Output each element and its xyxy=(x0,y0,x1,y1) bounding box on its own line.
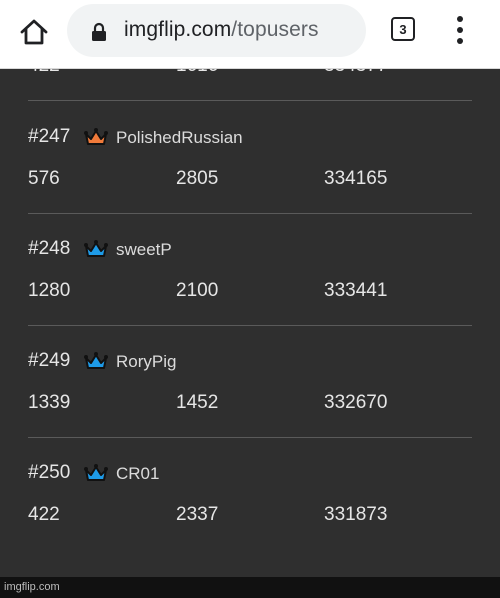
address-bar[interactable]: imgflip.com/topusers xyxy=(67,4,366,57)
crown-icon xyxy=(84,240,108,257)
stat-value: 332670 xyxy=(324,392,388,413)
username-link[interactable]: CR01 xyxy=(116,464,159,484)
stat-value: 422 xyxy=(28,69,60,77)
crown-icon xyxy=(84,128,108,145)
stat-value: 2805 xyxy=(176,168,219,189)
home-icon[interactable] xyxy=(17,15,51,49)
row-divider xyxy=(28,437,472,438)
lock-icon[interactable] xyxy=(91,22,107,42)
tab-count: 3 xyxy=(391,17,415,41)
stat-value: 1452 xyxy=(176,392,219,413)
username-link[interactable]: PolishedRussian xyxy=(116,128,243,148)
watermark-bar: imgflip.com xyxy=(0,577,500,598)
username-link[interactable]: RoryPig xyxy=(116,352,176,372)
stat-value: 334165 xyxy=(324,168,388,189)
user-rank: #250 xyxy=(28,462,71,483)
user-rank: #249 xyxy=(28,350,71,371)
url-text[interactable]: imgflip.com/topusers xyxy=(124,18,319,42)
watermark-text: imgflip.com xyxy=(4,581,60,593)
stat-value: 1280 xyxy=(28,280,71,301)
stat-value: 422 xyxy=(28,504,60,525)
browser-toolbar: imgflip.com/topusers 3 xyxy=(0,0,500,69)
row-divider xyxy=(28,213,472,214)
crown-icon xyxy=(84,352,108,369)
user-rank: #247 xyxy=(28,126,71,147)
url-path: /topusers xyxy=(231,18,319,41)
row-divider xyxy=(28,100,472,101)
stat-value: 1616 xyxy=(176,69,218,77)
stat-value: 331873 xyxy=(324,504,388,525)
username-link[interactable]: sweetP xyxy=(116,240,172,260)
row-divider xyxy=(28,325,472,326)
stat-value: 576 xyxy=(28,168,60,189)
stat-value: 2100 xyxy=(176,280,219,301)
top-users-list: 422 1616 334377 #247 PolishedRussian 576… xyxy=(0,69,500,577)
more-menu-icon[interactable] xyxy=(450,14,472,46)
tab-switcher-button[interactable]: 3 xyxy=(391,17,417,43)
crown-icon xyxy=(84,464,108,481)
stat-value: 334377 xyxy=(324,69,387,77)
url-domain: imgflip.com xyxy=(124,18,232,41)
stat-value: 2337 xyxy=(176,504,219,525)
stat-value: 333441 xyxy=(324,280,388,301)
user-rank: #248 xyxy=(28,238,71,259)
stat-value: 1339 xyxy=(28,392,71,413)
